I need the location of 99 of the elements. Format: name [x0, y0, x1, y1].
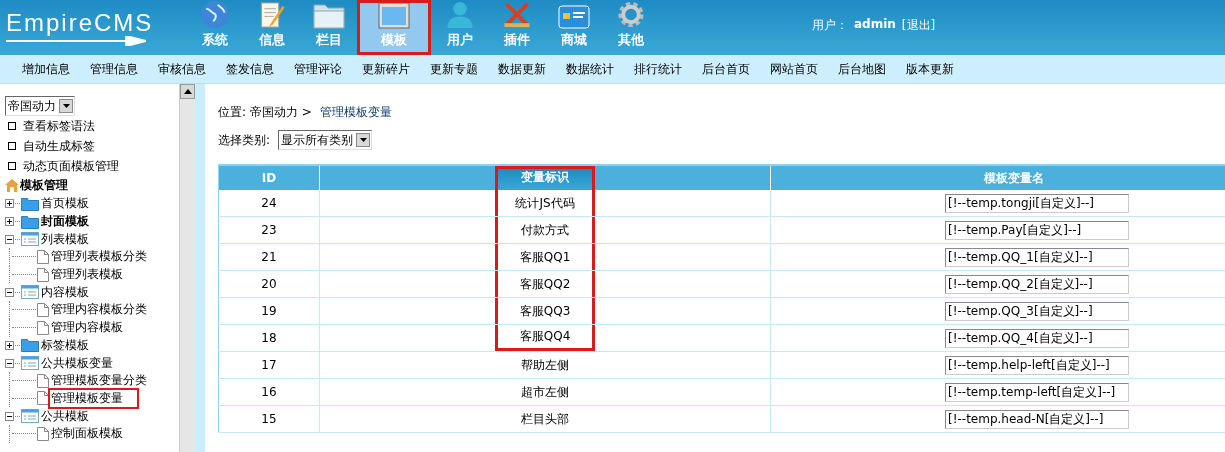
- plus-box-icon[interactable]: [5, 199, 14, 209]
- window-icon: [378, 1, 410, 29]
- table-cell: 18: [218, 324, 320, 352]
- sub-menu-link[interactable]: 更新碎片: [362, 60, 410, 78]
- sub-menu-link[interactable]: 增加信息: [22, 60, 70, 78]
- tree-item[interactable]: 管理列表模板分类: [50, 248, 148, 266]
- variable-name-field[interactable]: [!--temp.tongji[自定义]--]: [945, 193, 1129, 213]
- filter-label: 选择类别:: [218, 131, 271, 149]
- table-cell: 17: [218, 351, 320, 379]
- variable-name-field[interactable]: [!--temp.help-left[自定义]--]: [945, 355, 1129, 375]
- minus-box-icon[interactable]: [5, 358, 14, 368]
- table-cell: 16: [218, 378, 320, 406]
- table-cell: 15: [218, 405, 320, 433]
- table-cell: 客服QQ2: [319, 270, 771, 298]
- minus-box-icon[interactable]: [5, 411, 14, 421]
- tree-item[interactable]: 管理内容模板分类: [50, 301, 148, 319]
- logo-text: EmpireCMS: [6, 9, 155, 36]
- column-header: ID: [218, 165, 320, 190]
- category-select[interactable]: 显示所有类别: [278, 130, 373, 150]
- variable-name-field[interactable]: [!--temp.QQ_4[自定义]--]: [945, 328, 1129, 348]
- sub-menu-link[interactable]: 后台地图: [838, 60, 886, 78]
- table-cell: 客服QQ4: [319, 324, 771, 352]
- sub-menu-link[interactable]: 更新专题: [430, 60, 478, 78]
- square-bullet-icon: [8, 162, 16, 170]
- plus-box-icon[interactable]: [5, 217, 14, 227]
- card-icon: [557, 5, 590, 29]
- tree-folder[interactable]: 首页模板: [40, 195, 90, 213]
- tree-item[interactable]: 管理模板变量分类: [50, 372, 148, 390]
- sub-menu-link[interactable]: 管理评论: [294, 60, 342, 78]
- list-window-icon: [21, 285, 39, 300]
- tree-item[interactable]: 管理模板变量: [50, 389, 137, 407]
- dropdown-arrow-icon: [62, 104, 70, 108]
- square-bullet-icon: [8, 122, 16, 130]
- scroll-up-icon[interactable]: [183, 89, 192, 94]
- variable-name-field[interactable]: [!--temp.temp-left[自定义]--]: [945, 382, 1129, 402]
- tree-folder[interactable]: 标签模板: [40, 336, 90, 354]
- table-cell: 帮助左侧: [319, 351, 771, 379]
- sub-menu-link[interactable]: 管理信息: [90, 60, 138, 78]
- column-header: 模板变量名: [770, 165, 1225, 190]
- globe-icon: [199, 0, 230, 29]
- list-window-icon: [21, 232, 39, 247]
- table-cell: 超市左侧: [319, 378, 771, 406]
- tools-icon: [501, 0, 532, 29]
- tree-item[interactable]: 管理内容模板: [50, 319, 124, 337]
- table-cell: 21: [218, 243, 320, 271]
- user-label: 用户：: [812, 17, 848, 34]
- tree-folder[interactable]: 封面模板: [40, 213, 90, 231]
- sub-menu-link[interactable]: 后台首页: [702, 60, 750, 78]
- house-icon: [5, 179, 19, 192]
- folder-icon: [21, 214, 39, 229]
- table-cell: 栏目头部: [319, 405, 771, 433]
- folder-icon: [312, 1, 345, 29]
- minus-box-icon[interactable]: [5, 234, 14, 244]
- table-cell: 客服QQ3: [319, 297, 771, 325]
- sub-menu-link[interactable]: 版本更新: [906, 60, 954, 78]
- sub-menu-link[interactable]: 数据更新: [498, 60, 546, 78]
- variable-name-field[interactable]: [!--temp.QQ_3[自定义]--]: [945, 301, 1129, 321]
- variable-name-field[interactable]: [!--temp.Pay[自定义]--]: [945, 220, 1129, 240]
- breadcrumb-link[interactable]: 管理模板变量: [319, 104, 392, 124]
- minus-box-icon[interactable]: [5, 287, 14, 297]
- tree-folder[interactable]: 公共模板: [40, 407, 90, 425]
- sidebar-link[interactable]: 查看标签语法: [23, 117, 95, 135]
- table-cell: 24: [218, 190, 320, 217]
- list-window-icon: [21, 356, 39, 371]
- column-header: 变量标识: [319, 165, 771, 190]
- sub-menu-link[interactable]: 审核信息: [158, 60, 206, 78]
- breadcrumb-label: 位置: 帝国动力 >: [218, 104, 312, 121]
- tree-root-label: 模板管理: [20, 177, 68, 194]
- sub-menu-link[interactable]: 数据统计: [566, 60, 614, 78]
- table-cell: 20: [218, 270, 320, 298]
- tree-item[interactable]: 管理列表模板: [50, 266, 124, 284]
- sidebar-link[interactable]: 自动生成标签: [23, 137, 95, 155]
- tree-folder[interactable]: 内容模板: [40, 283, 90, 301]
- dropdown-arrow-icon: [359, 138, 367, 142]
- plus-box-icon[interactable]: [5, 340, 14, 350]
- variable-name-field[interactable]: [!--temp.head-N[自定义]--]: [945, 409, 1129, 429]
- tree-folder[interactable]: 列表模板: [40, 230, 90, 248]
- variable-name-field[interactable]: [!--temp.QQ_1[自定义]--]: [945, 247, 1129, 267]
- table-cell: 统计JS代码: [319, 190, 771, 217]
- scrollbar[interactable]: [179, 84, 195, 452]
- tree-item[interactable]: 控制面板模板: [50, 425, 124, 443]
- table-cell: 23: [218, 216, 320, 244]
- arrow-icon: [6, 35, 146, 46]
- list-window-icon: [21, 409, 39, 424]
- square-bullet-icon: [8, 142, 16, 150]
- folder-icon: [21, 196, 39, 211]
- site-select[interactable]: 帝国动力: [5, 96, 75, 116]
- user-name: admin: [854, 17, 896, 33]
- sub-menu-link[interactable]: 排行统计: [634, 60, 682, 78]
- table-cell: 客服QQ1: [319, 243, 771, 271]
- table-cell: 付款方式: [319, 216, 771, 244]
- table-cell: 19: [218, 297, 320, 325]
- sidebar-link[interactable]: 动态页面模板管理: [23, 157, 119, 175]
- variable-name-field[interactable]: [!--temp.QQ_2[自定义]--]: [945, 274, 1129, 294]
- sub-menu-link[interactable]: 网站首页: [770, 60, 818, 78]
- sub-menu-link[interactable]: 签发信息: [226, 60, 274, 78]
- folder-icon: [21, 338, 39, 353]
- settings-icon: [615, 0, 646, 29]
- tree-folder[interactable]: 公共模板变量: [40, 354, 114, 372]
